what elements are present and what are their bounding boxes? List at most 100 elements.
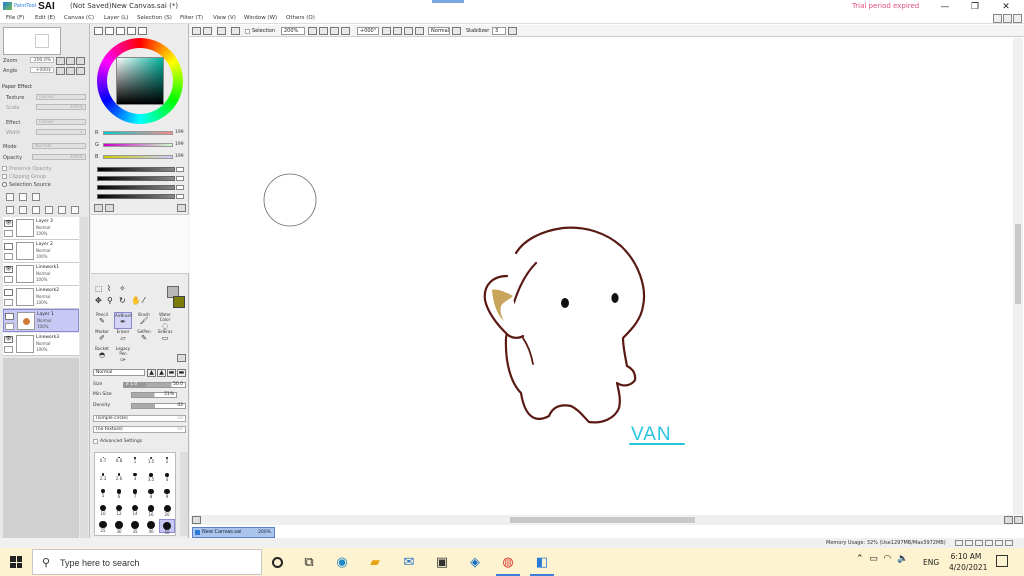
tool-brush[interactable]: Brush 🖌: [135, 312, 153, 329]
brush-size-cell[interactable]: 50: [159, 519, 175, 535]
close-button[interactable]: ✕: [992, 0, 1020, 13]
tool-legacy-pen[interactable]: Legacy Pen ✑: [114, 346, 132, 364]
color-mix-box-1[interactable]: [176, 167, 184, 172]
brush-size-cell[interactable]: 9: [159, 487, 175, 501]
minimize-button[interactable]: —: [931, 0, 959, 13]
windows-start-icon[interactable]: [10, 556, 22, 568]
hand-icon[interactable]: ✋: [131, 296, 141, 305]
brush-size-cell[interactable]: 25: [95, 519, 111, 533]
menu-file[interactable]: File (F): [6, 15, 24, 21]
color-mix-bar-1[interactable]: [97, 167, 175, 172]
brush-size-cell[interactable]: 12: [111, 503, 127, 517]
brush-size-cell[interactable]: 35: [127, 519, 143, 534]
vertical-scroll-thumb[interactable]: [1015, 224, 1021, 304]
maximize-button[interactable]: ❐: [961, 0, 989, 13]
layer-item[interactable]: Layer 2 Normal 100%: [3, 240, 79, 263]
layer-item[interactable]: Linework2 Normal 100%: [3, 286, 79, 309]
zoom-fit-button[interactable]: [330, 27, 339, 35]
new-layer-icon[interactable]: [6, 193, 14, 201]
color-wheel-mode-button[interactable]: [94, 27, 103, 35]
texture-select[interactable]: (none): [36, 94, 86, 100]
selection-source-radio[interactable]: [2, 182, 7, 187]
brush-size-cell[interactable]: 3: [127, 471, 143, 485]
layer-options-icon[interactable]: [71, 206, 79, 214]
brush-texture-select[interactable]: (no texture) 95: [93, 426, 186, 433]
pencil-edit-icon[interactable]: [5, 323, 14, 330]
secondary-color-swatch[interactable]: [173, 296, 185, 308]
brush-size-cell[interactable]: 0.8: [111, 455, 127, 469]
swatch-mode-button[interactable]: [127, 27, 136, 35]
menu-edit[interactable]: Edit (E): [35, 15, 55, 21]
color-mix-box-4[interactable]: [176, 194, 184, 199]
remove-swatch-button[interactable]: [105, 204, 114, 212]
zoom-select[interactable]: 200%: [281, 27, 305, 35]
visibility-eye-icon[interactable]: 👁: [4, 220, 13, 227]
brush-size-cell[interactable]: 2.3: [95, 471, 111, 485]
blend-mode-dropdown-button[interactable]: [452, 27, 461, 35]
zoom-reset-button[interactable]: [76, 57, 85, 65]
swatch-area[interactable]: [91, 214, 189, 274]
scroll-corner-button[interactable]: [1014, 516, 1023, 524]
tool-seleras[interactable]: SelEras ▭: [156, 329, 174, 346]
rect-select-icon[interactable]: ⬚: [95, 284, 103, 293]
rotate-left-button[interactable]: [56, 67, 65, 75]
color-mix-bar-4[interactable]: [97, 194, 175, 199]
layer-item[interactable]: 👁 Linework3 Normal 100%: [3, 333, 79, 356]
tool-menu-button[interactable]: [177, 354, 186, 362]
brush-size-cell[interactable]: 8: [143, 487, 159, 501]
brush-size-cell[interactable]: 10: [95, 503, 111, 517]
clock-time[interactable]: 6:10 AM: [949, 552, 983, 561]
menu-layer[interactable]: Layer (L): [104, 15, 128, 21]
cortana-icon[interactable]: [268, 553, 286, 571]
edge-browser-icon[interactable]: ◉: [333, 553, 351, 571]
layer-item[interactable]: 👁 Linework1 Normal 100%: [3, 263, 79, 286]
tool-watercolor[interactable]: Water Color ◌: [156, 312, 174, 330]
deselect-button[interactable]: [192, 27, 201, 35]
swatch-menu-button[interactable]: [177, 204, 186, 212]
brush-shape-select[interactable]: (simple circle) 50: [93, 415, 186, 422]
notification-icon[interactable]: [996, 555, 1008, 567]
brush-size-cell[interactable]: 16: [143, 503, 159, 517]
zoom-field[interactable]: 200.0%: [30, 57, 54, 63]
document-tab[interactable]: New Canvas.sai 200%: [192, 527, 275, 538]
layer-item[interactable]: 👁 Layer 3 Normal 100%: [3, 217, 79, 240]
brush-shape-soft-icon[interactable]: ▲: [157, 369, 166, 377]
brush-shape-square-icon[interactable]: ▬: [177, 369, 186, 377]
menu-window[interactable]: Window (W): [244, 15, 277, 21]
merge-layers-icon[interactable]: [58, 206, 66, 214]
size-slider[interactable]: 50.0: [145, 382, 186, 388]
scroll-right-button[interactable]: [1004, 516, 1013, 524]
merge-down-icon[interactable]: [19, 206, 27, 214]
system-tray[interactable]: ⌃ ▭ ◠ 🔈: [856, 554, 908, 564]
layer-scrollbar[interactable]: [80, 217, 88, 542]
taskbar-search[interactable]: ⚲ Type here to search: [32, 549, 262, 575]
menu-view[interactable]: View (V): [213, 15, 236, 21]
painttool-sai-taskbar-icon[interactable]: ◧: [533, 553, 551, 571]
green-slider[interactable]: [103, 143, 173, 147]
color-mix-box-2[interactable]: [176, 176, 184, 181]
blend-mode-select[interactable]: Normal: [32, 143, 86, 149]
scale-field[interactable]: 100%: [36, 104, 86, 110]
lock-icon[interactable]: [4, 299, 13, 306]
size-multiplier-select[interactable]: x 1.0: [123, 382, 145, 388]
blue-slider[interactable]: [103, 155, 173, 159]
language-indicator[interactable]: ENG: [923, 558, 939, 567]
tool-airbrush[interactable]: AirBrush ✒: [114, 312, 132, 329]
mdi-close-button[interactable]: [1013, 14, 1022, 23]
move-icon[interactable]: ✥: [95, 296, 102, 305]
vertical-scrollbar[interactable]: [1013, 38, 1023, 515]
angle-field[interactable]: +000$: [30, 67, 54, 73]
tool-selpen[interactable]: SelPen ✎: [135, 329, 153, 346]
drawing-canvas[interactable]: VAN: [191, 38, 1013, 515]
clear-layer-icon[interactable]: [32, 206, 40, 214]
advanced-settings-toggle[interactable]: [93, 439, 98, 444]
undo-button[interactable]: [217, 27, 226, 35]
menu-canvas[interactable]: Canvas (C): [64, 15, 94, 21]
menu-selection[interactable]: Selection (S): [137, 15, 172, 21]
visibility-eye-icon[interactable]: [4, 243, 13, 250]
brush-size-cell[interactable]: 4: [159, 471, 175, 485]
menu-others[interactable]: Others (O): [286, 15, 315, 21]
add-swatch-button[interactable]: [94, 204, 103, 212]
blend-mode-toolbar-select[interactable]: Normal: [428, 27, 450, 35]
navigator-viewport[interactable]: [35, 34, 49, 48]
